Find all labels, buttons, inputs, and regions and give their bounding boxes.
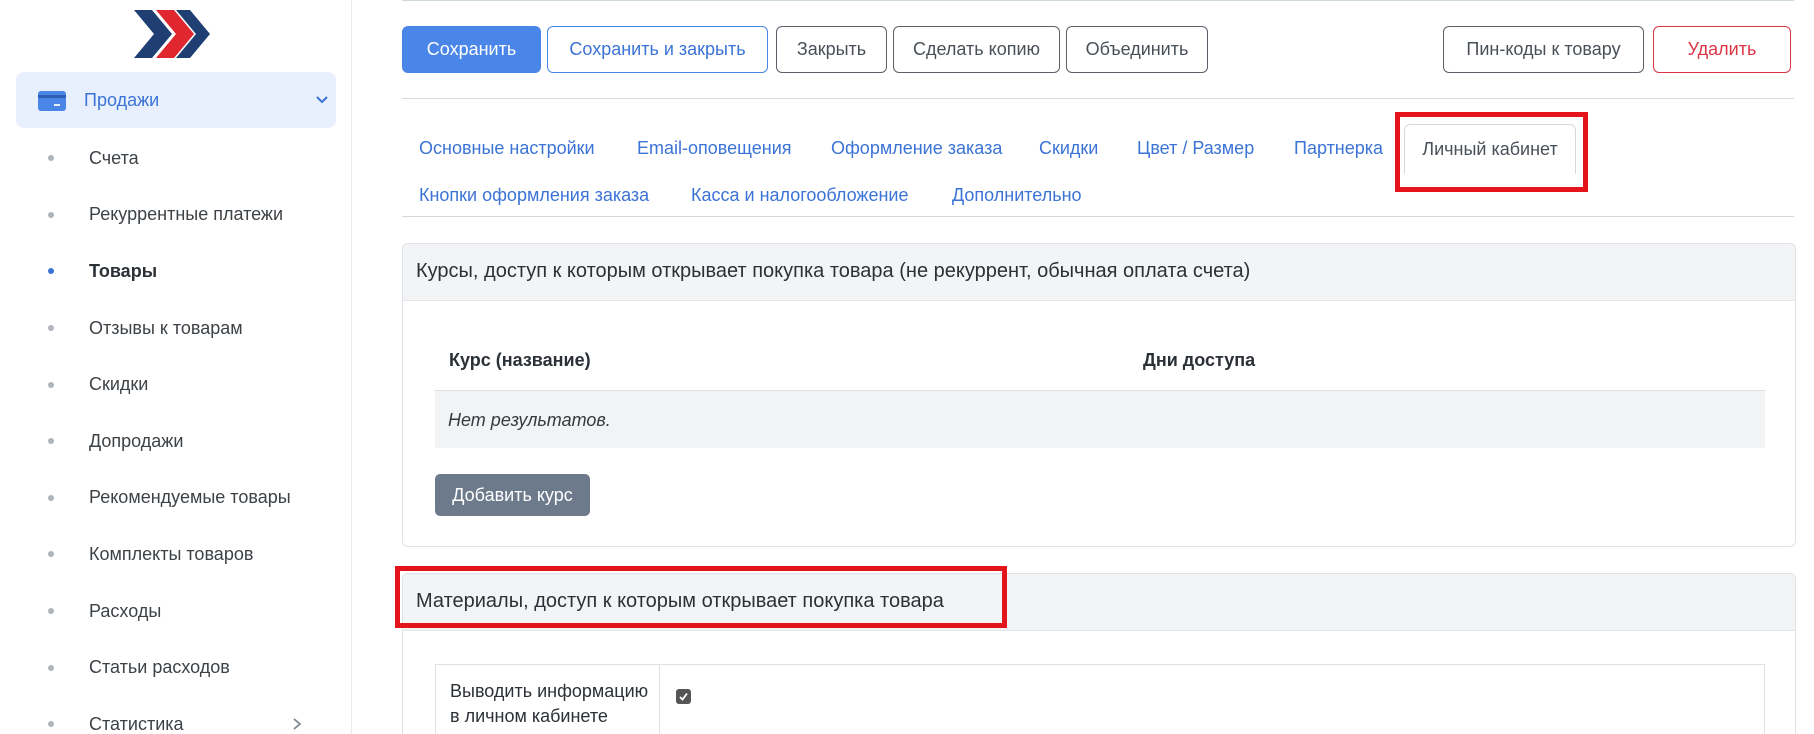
- sidebar-item-discounts[interactable]: Скидки: [0, 356, 352, 413]
- sidebar-item-bundles[interactable]: Комплекты товаров: [0, 526, 352, 583]
- sidebar-item-recurring-payments[interactable]: Рекуррентные платежи: [0, 187, 352, 244]
- logo-icon[interactable]: [132, 8, 212, 60]
- sidebar-item-label: Рекомендуемые товары: [89, 487, 291, 508]
- materials-label-cell: Выводить информацию в личном кабинете: [436, 665, 660, 734]
- sidebar-item-expense-items[interactable]: Статьи расходов: [0, 639, 352, 696]
- bullet-icon: [48, 381, 54, 388]
- sidebar-item-upsells[interactable]: Допродажи: [0, 413, 352, 470]
- delete-button[interactable]: Удалить: [1653, 26, 1791, 73]
- bullet-icon: [48, 664, 54, 671]
- bullet-icon: [48, 155, 54, 162]
- tab-order-design[interactable]: Оформление заказа: [831, 138, 1002, 159]
- tab-color-size[interactable]: Цвет / Размер: [1137, 138, 1254, 159]
- bullet-icon: [48, 608, 54, 615]
- bullet-icon: [48, 551, 54, 558]
- column-header-course: Курс (название): [449, 350, 591, 370]
- tabs-divider: [402, 216, 1794, 217]
- sidebar-item-label: Комплекты товаров: [89, 543, 254, 564]
- sidebar-item-products[interactable]: Товары: [0, 243, 352, 300]
- sidebar-item-label: Рекуррентные платежи: [89, 204, 284, 225]
- tab-affiliate[interactable]: Партнерка: [1294, 138, 1383, 159]
- show-info-checkbox[interactable]: [676, 689, 691, 704]
- bullet-icon: [48, 325, 54, 332]
- sidebar-item-label: Статьи расходов: [89, 657, 230, 678]
- sidebar-item-label: Допродажи: [89, 430, 184, 451]
- sidebar-group-sales[interactable]: Продажи: [16, 72, 336, 128]
- sidebar-item-label: Счета: [89, 147, 139, 168]
- sidebar-item-product-reviews[interactable]: Отзывы к товарам: [0, 300, 352, 357]
- sidebar-item-recommended[interactable]: Рекомендуемые товары: [0, 470, 352, 527]
- pin-codes-button[interactable]: Пин-коды к товару: [1443, 26, 1644, 73]
- materials-table: Выводить информацию в личном кабинете: [435, 664, 1765, 734]
- save-button[interactable]: Сохранить: [402, 26, 541, 73]
- show-info-label: Выводить информацию в личном кабинете: [450, 681, 649, 726]
- column-header-access-days: Дни доступа: [1143, 350, 1256, 370]
- bullet-icon: [48, 268, 54, 275]
- tab-cash-taxation[interactable]: Касса и налогообложение: [691, 185, 909, 206]
- sidebar-item-label: Товары: [89, 260, 158, 281]
- highlight-box: [1395, 112, 1588, 192]
- top-divider: [402, 0, 1794, 1]
- bullet-icon: [48, 211, 54, 218]
- sidebar-item-expenses[interactable]: Расходы: [0, 583, 352, 640]
- tab-discounts[interactable]: Скидки: [1039, 138, 1098, 159]
- chevron-down-icon[interactable]: [314, 92, 330, 108]
- bullet-icon: [48, 494, 54, 501]
- checkmark-icon: [679, 692, 688, 701]
- merge-button[interactable]: Объединить: [1066, 26, 1208, 73]
- toolbar-divider: [402, 98, 1794, 99]
- sidebar-item-label: Отзывы к товарам: [89, 317, 243, 338]
- bullet-icon: [48, 438, 54, 445]
- add-course-button[interactable]: Добавить курс: [435, 474, 590, 516]
- tab-main-settings[interactable]: Основные настройки: [419, 138, 595, 159]
- sidebar-item-label: Скидки: [89, 374, 149, 395]
- courses-card: Курсы, доступ к которым открывает покупк…: [402, 243, 1796, 547]
- sidebar-item-label: Расходы: [89, 600, 162, 621]
- tab-order-buttons[interactable]: Кнопки оформления заказа: [419, 185, 649, 206]
- bullet-icon: [48, 721, 54, 728]
- highlight-box: [395, 566, 1007, 628]
- courses-card-header: Курсы, доступ к которым открывает покупк…: [403, 244, 1795, 301]
- table-row-empty: Нет результатов.: [435, 390, 1765, 448]
- sidebar-item-label: Статистика: [89, 713, 184, 734]
- chevron-right-icon: [293, 718, 302, 730]
- sidebar: Продажи Счета Рекуррентные платежи Товар…: [0, 0, 352, 734]
- credit-card-icon: [38, 91, 66, 111]
- sidebar-item-statistics[interactable]: Статистика: [0, 696, 352, 734]
- tab-email-notifications[interactable]: Email-оповещения: [637, 138, 792, 159]
- sidebar-nav: Счета Рекуррентные платежи Товары Отзывы…: [0, 130, 352, 734]
- tab-additional[interactable]: Дополнительно: [952, 185, 1082, 206]
- sidebar-group-label: Продажи: [84, 90, 160, 110]
- save-and-close-button[interactable]: Сохранить и закрыть: [547, 26, 768, 73]
- empty-message: Нет результатов.: [448, 410, 611, 430]
- close-button[interactable]: Закрыть: [776, 26, 887, 73]
- copy-button[interactable]: Сделать копию: [893, 26, 1060, 73]
- sidebar-item-invoices[interactable]: Счета: [0, 130, 352, 187]
